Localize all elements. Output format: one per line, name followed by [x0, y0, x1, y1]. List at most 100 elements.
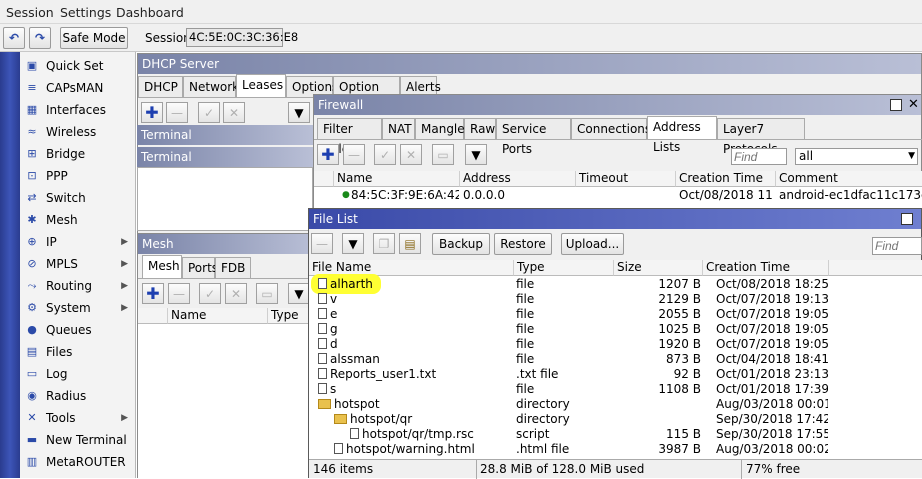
undo-button[interactable]: ↶: [3, 27, 25, 49]
session-field[interactable]: 4C:5E:0C:3C:36:E8: [186, 28, 298, 47]
sidebar-item-bridge[interactable]: ⊞ Bridge: [20, 143, 136, 165]
tab-mesh-fdb[interactable]: FDB: [215, 257, 251, 278]
dhcp-filter-button[interactable]: ▼: [288, 102, 310, 123]
fw-add-button[interactable]: ✚: [317, 144, 339, 165]
tab-fw-filter-rules[interactable]: Filter Rules: [317, 118, 382, 156]
tab-mesh-ports[interactable]: Ports: [182, 257, 218, 278]
mesh-col-name[interactable]: Name: [168, 308, 268, 324]
tab-fw-nat[interactable]: NAT: [382, 118, 415, 139]
mesh-filter-button[interactable]: ▼: [288, 283, 310, 304]
sidebar-item-routing[interactable]: ⤳ Routing ▶: [20, 275, 136, 297]
tab-fw-mangle[interactable]: Mangle: [415, 118, 465, 139]
sidebar-item-new-terminal[interactable]: ▬ New Terminal: [20, 429, 136, 451]
fw-col-address[interactable]: Address: [460, 171, 576, 187]
sidebar-item-log[interactable]: ▭ Log: [20, 363, 136, 385]
restore-button[interactable]: Restore: [494, 233, 552, 255]
menu-settings[interactable]: Settings: [60, 5, 111, 20]
sidebar-item-mesh[interactable]: ✱ Mesh: [20, 209, 136, 231]
sidebar-item-radius[interactable]: ◉ Radius: [20, 385, 136, 407]
fw-col-creation-time[interactable]: Creation Time: [676, 171, 776, 187]
file-row[interactable]: v file 2129 B Oct/07/2018 19:13:45: [309, 292, 922, 307]
sidebar-item-metarouter[interactable]: ▥ MetaROUTER: [20, 451, 136, 473]
fw-col-comment[interactable]: Comment: [776, 171, 922, 187]
paste-button[interactable]: ▤: [399, 233, 421, 254]
file-row[interactable]: hotspot directory Aug/03/2018 00:01:21: [309, 397, 922, 412]
file-col-type[interactable]: Type: [514, 260, 614, 276]
tab-fw-address-lists[interactable]: Address Lists: [647, 116, 717, 154]
sidebar-item-files[interactable]: ▤ Files: [20, 341, 136, 363]
file-name-cell: v: [318, 292, 508, 307]
mesh-enable-button[interactable]: ✓: [199, 283, 221, 304]
tab-dhcp-networks[interactable]: Networks: [183, 76, 245, 97]
file-row[interactable]: alssman file 873 B Oct/04/2018 18:41:22: [309, 352, 922, 367]
terminal-window-1-title[interactable]: Terminal: [137, 125, 313, 145]
fw-list-select[interactable]: all ▼: [795, 148, 918, 165]
dhcp-add-button[interactable]: ✚: [141, 102, 163, 123]
mesh-add-button[interactable]: ✚: [142, 283, 164, 304]
file-row[interactable]: g file 1025 B Oct/07/2018 19:05:09: [309, 322, 922, 337]
tab-fw-layer7-protocols[interactable]: Layer7 Protocols: [717, 118, 805, 156]
fw-table-row[interactable]: ●84:5C:3F:9E:6A:420.0.0.0Oct/08/2018 11:…: [314, 188, 922, 203]
file-created-cell: Oct/01/2018 17:39:26: [716, 382, 828, 396]
mesh-disable-button[interactable]: ✕: [225, 283, 247, 304]
redo-button[interactable]: ↷: [29, 27, 51, 49]
menu-session[interactable]: Session: [6, 5, 54, 20]
sidebar-item-quick-set[interactable]: ▣ Quick Set: [20, 55, 136, 77]
file-icon: [318, 278, 327, 289]
sidebar-item-queues[interactable]: ● Queues: [20, 319, 136, 341]
fw-filter-button[interactable]: ▼: [465, 144, 487, 165]
tab-dhcp-dhcp[interactable]: DHCP: [138, 76, 183, 97]
fw-disable-button[interactable]: ✕: [400, 144, 422, 165]
maximize-icon[interactable]: [901, 213, 913, 225]
terminal-window-2-title[interactable]: Terminal: [137, 147, 313, 167]
file-row[interactable]: hotspot/qr/tmp.rsc script 115 B Sep/30/2018…: [309, 427, 922, 442]
sidebar-item-interfaces[interactable]: ▦ Interfaces: [20, 99, 136, 121]
file-col-size[interactable]: Size: [614, 260, 703, 276]
file-row[interactable]: Reports_user1.txt .txt file 92 B Oct/01/201…: [309, 367, 922, 382]
file-row[interactable]: s file 1108 B Oct/01/2018 17:39:26: [309, 382, 922, 397]
tab-fw-service-ports[interactable]: Service Ports: [496, 118, 571, 156]
copy-button[interactable]: ❐: [373, 233, 395, 254]
file-row[interactable]: alharth file 1207 B Oct/08/2018 18:25:11: [309, 274, 922, 294]
safe-mode-button[interactable]: Safe Mode: [60, 27, 128, 49]
filter-icon: ▼: [294, 286, 304, 301]
sidebar-item-switch[interactable]: ⇄ Switch: [20, 187, 136, 209]
tab-fw-connections[interactable]: Connections: [571, 118, 651, 139]
sidebar-item-label: Mesh: [46, 213, 78, 227]
fw-col-timeout[interactable]: Timeout: [576, 171, 676, 187]
menu-dashboard[interactable]: Dashboard: [116, 5, 184, 20]
file-filter-button[interactable]: ▼: [342, 233, 364, 254]
file-created-cell: Oct/07/2018 19:05:09: [716, 337, 828, 351]
fw-remove-button[interactable]: —: [343, 144, 365, 165]
sidebar-item-system[interactable]: ⚙ System ▶: [20, 297, 136, 319]
sidebar-item-mpls[interactable]: ⊘ MPLS ▶: [20, 253, 136, 275]
file-remove-button[interactable]: —: [311, 233, 333, 254]
fw-comment-button[interactable]: ▭: [432, 144, 454, 165]
sidebar-item-wireless[interactable]: ≈ Wireless: [20, 121, 136, 143]
file-col-creation-time[interactable]: Creation Time: [703, 260, 829, 276]
mesh-remove-button[interactable]: —: [168, 283, 190, 304]
sidebar-item-ppp[interactable]: ⊡ PPP: [20, 165, 136, 187]
file-find-input[interactable]: [872, 237, 922, 255]
close-icon[interactable]: ✕: [908, 97, 919, 112]
tab-fw-raw[interactable]: Raw: [464, 118, 496, 139]
backup-button[interactable]: Backup: [432, 233, 490, 255]
fw-col-name[interactable]: Name: [334, 171, 460, 187]
tab-dhcp-leases[interactable]: Leases: [236, 74, 286, 97]
file-row[interactable]: hotspot/warning.html .html file 3987 B Aug/…: [309, 442, 922, 457]
file-row[interactable]: hotspot/qr directory Sep/30/2018 17:42:49: [309, 412, 922, 427]
dhcp-enable-button[interactable]: ✓: [198, 102, 220, 123]
maximize-icon[interactable]: [890, 99, 902, 111]
file-row[interactable]: e file 2055 B Oct/07/2018 19:05:10: [309, 307, 922, 322]
file-row[interactable]: d file 1920 B Oct/07/2018 19:05:09: [309, 337, 922, 352]
tab-mesh-mesh[interactable]: Mesh: [142, 255, 182, 278]
fw-enable-button[interactable]: ✓: [374, 144, 396, 165]
upload-button[interactable]: Upload...: [561, 233, 624, 255]
fw-find-input[interactable]: [731, 148, 787, 165]
sidebar-item-ip[interactable]: ⊕ IP ▶: [20, 231, 136, 253]
dhcp-remove-button[interactable]: —: [166, 102, 188, 123]
sidebar-item-tools[interactable]: ✕ Tools ▶: [20, 407, 136, 429]
dhcp-disable-button[interactable]: ✕: [223, 102, 245, 123]
sidebar-item-capsman[interactable]: ≡ CAPsMAN: [20, 77, 136, 99]
mesh-comment-button[interactable]: ▭: [256, 283, 278, 304]
